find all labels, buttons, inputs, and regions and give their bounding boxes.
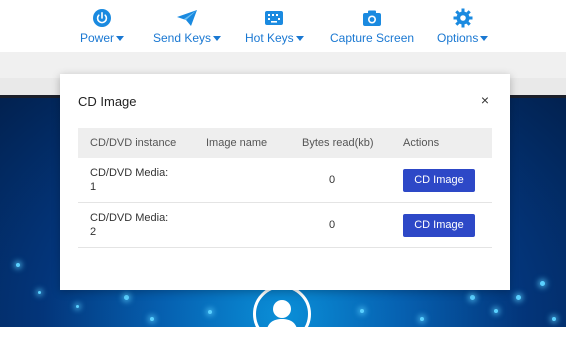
column-header-actions: Actions (403, 137, 440, 149)
screen-dot (76, 305, 79, 308)
screen-dot (38, 291, 41, 294)
column-header-image-name: Image name (206, 137, 268, 149)
bytes-read-cell: 0 (329, 219, 336, 231)
chevron-down-icon (295, 35, 304, 41)
actions-cell: CD Image (403, 213, 492, 237)
cd-image-dialog: CD Image × CD/DVD instance Image name By… (60, 74, 510, 290)
screen-dot (150, 317, 154, 321)
screen-dot (470, 295, 475, 300)
instance-cell: CD/DVD Media: 2 (78, 211, 206, 239)
screen-dot (420, 317, 424, 321)
screen-dot (360, 309, 364, 313)
bytes-read-cell: 0 (329, 174, 336, 186)
screen-dot (124, 295, 129, 300)
table-header: CD/DVD instance Image name Bytes read(kb… (78, 128, 492, 158)
table-row: CD/DVD Media: 1 0 CD Image (78, 158, 492, 203)
options-menu-label: Options (437, 31, 479, 45)
screen-dot (208, 310, 212, 314)
send-keys-menu-label: Send Keys (153, 31, 212, 45)
capture-screen-label: Capture Screen (330, 31, 415, 45)
power-menu[interactable]: Power (80, 8, 125, 45)
keyboard-icon (263, 8, 285, 28)
cd-media-table: CD/DVD instance Image name Bytes read(kb… (78, 128, 492, 248)
send-icon (176, 8, 198, 28)
kvm-toolbar: Power Send Keys Hot Keys Capture Screen … (0, 0, 566, 52)
power-menu-label: Power (80, 31, 115, 45)
instance-name: CD/DVD Media: (90, 212, 169, 224)
options-menu[interactable]: Options (437, 8, 489, 45)
hot-keys-menu[interactable]: Hot Keys (245, 8, 304, 45)
actions-cell: CD Image (403, 168, 492, 192)
column-header-instance: CD/DVD instance (90, 137, 177, 149)
screen-dot (16, 263, 20, 267)
send-keys-menu[interactable]: Send Keys (153, 8, 222, 45)
camera-icon (361, 8, 383, 28)
screen-dot (540, 281, 545, 286)
screen-dot (494, 309, 498, 313)
chevron-down-icon (213, 35, 222, 41)
screen-dot (552, 317, 556, 321)
hot-keys-menu-label: Hot Keys (245, 31, 294, 45)
instance-name: CD/DVD Media: (90, 167, 169, 179)
table-row: CD/DVD Media: 2 0 CD Image (78, 203, 492, 248)
dialog-title: CD Image (78, 94, 137, 109)
chevron-down-icon (116, 35, 125, 41)
cd-image-button[interactable]: CD Image (403, 168, 475, 192)
power-icon (91, 8, 113, 28)
instance-cell: CD/DVD Media: 1 (78, 166, 206, 194)
instance-number: 1 (90, 181, 97, 193)
gear-icon (452, 8, 474, 28)
cd-image-button[interactable]: CD Image (403, 213, 475, 237)
column-header-bytes-read: Bytes read(kb) (302, 137, 374, 149)
capture-screen-button[interactable]: Capture Screen (330, 8, 414, 45)
chevron-down-icon (480, 35, 489, 41)
user-avatar-icon (253, 285, 311, 343)
screen-dot (516, 295, 521, 300)
instance-number: 2 (90, 226, 97, 238)
close-icon[interactable]: × (478, 91, 492, 109)
